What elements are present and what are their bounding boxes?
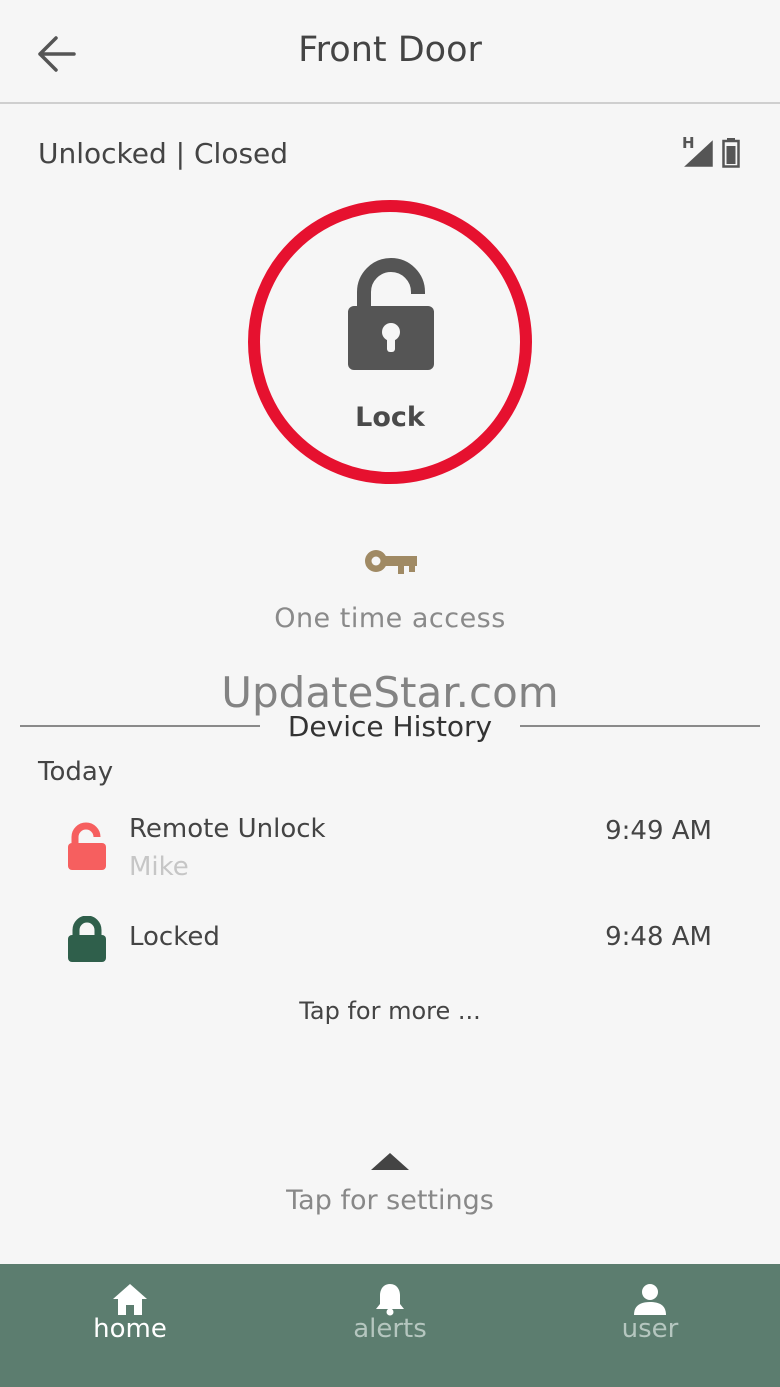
bell-icon bbox=[376, 1284, 404, 1316]
battery-icon bbox=[722, 138, 740, 168]
page-title: Front Door bbox=[298, 30, 482, 70]
one-time-access-link[interactable]: One time access bbox=[0, 603, 780, 634]
history-row[interactable]: Locked 9:48 AM bbox=[0, 912, 780, 992]
history-time: 9:48 AM bbox=[605, 922, 712, 952]
caret-up-icon[interactable] bbox=[369, 1151, 411, 1171]
history-day-label: Today bbox=[38, 757, 114, 787]
signal-icon: H bbox=[682, 134, 714, 168]
nav-label: home bbox=[93, 1314, 167, 1344]
nav-label: user bbox=[621, 1314, 679, 1344]
padlock-closed-icon bbox=[68, 916, 106, 962]
history-user: Mike bbox=[129, 852, 189, 882]
history-time: 9:49 AM bbox=[605, 816, 712, 846]
key-icon bbox=[365, 550, 417, 574]
bottom-nav: home alerts user bbox=[0, 1264, 780, 1387]
nav-item-user[interactable]: user bbox=[520, 1264, 780, 1387]
history-event: Locked bbox=[129, 922, 220, 952]
device-history-title: Device History bbox=[287, 710, 493, 743]
padlock-open-icon bbox=[68, 822, 106, 870]
device-status-icons: H bbox=[682, 134, 740, 168]
history-row[interactable]: Remote Unlock Mike 9:49 AM bbox=[0, 812, 780, 892]
user-icon bbox=[634, 1284, 666, 1315]
nav-label: alerts bbox=[353, 1314, 427, 1344]
app-header: Front Door bbox=[0, 0, 780, 104]
home-icon bbox=[113, 1284, 147, 1315]
lock-button[interactable]: Lock bbox=[248, 200, 532, 484]
tap-for-settings-link[interactable]: Tap for settings bbox=[0, 1185, 780, 1216]
lock-button-label: Lock bbox=[355, 402, 425, 433]
history-event: Remote Unlock bbox=[129, 814, 326, 844]
tap-for-more-link[interactable]: Tap for more ... bbox=[0, 997, 780, 1025]
signal-type-label: H bbox=[682, 134, 695, 152]
lock-status-text: Unlocked | Closed bbox=[38, 137, 289, 170]
nav-item-alerts[interactable]: alerts bbox=[260, 1264, 520, 1387]
padlock-open-icon bbox=[348, 258, 434, 370]
nav-item-home[interactable]: home bbox=[0, 1264, 260, 1387]
